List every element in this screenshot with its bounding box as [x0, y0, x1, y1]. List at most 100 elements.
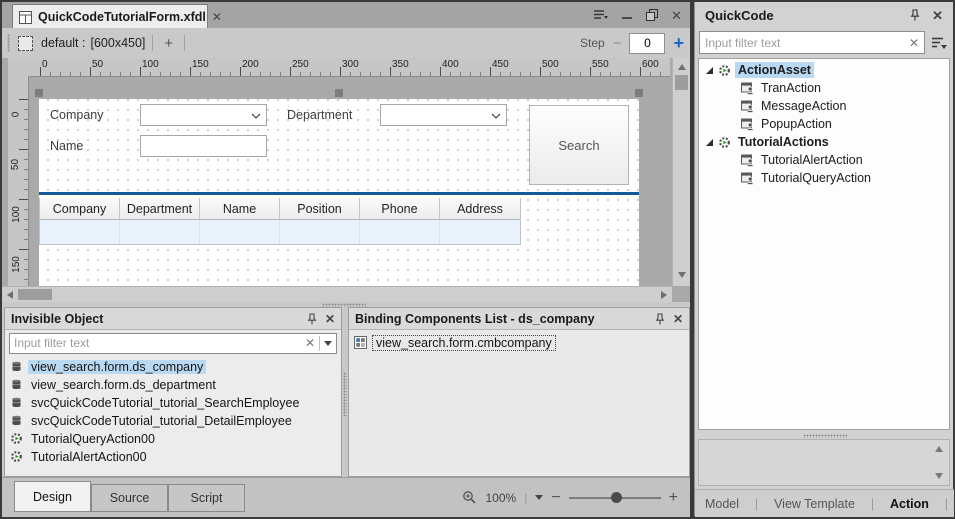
canvas-horizontal-scrollbar[interactable]: [2, 286, 672, 302]
tab-separator: |: [871, 497, 874, 511]
filter-dropdown-icon[interactable]: [324, 341, 332, 346]
splitter-grip[interactable]: [803, 434, 847, 438]
zoom-value: 100%: [485, 491, 516, 505]
zoom-dropdown-icon[interactable]: [535, 495, 543, 500]
restore-icon[interactable]: [646, 9, 658, 21]
form-resize-handle[interactable]: [35, 89, 43, 97]
scroll-left-icon[interactable]: [7, 291, 13, 299]
toolbar-separator: [152, 35, 153, 51]
list-item-label: TutorialQueryAction00: [28, 432, 158, 446]
name-edit-field[interactable]: [140, 135, 267, 157]
scroll-up-icon[interactable]: [935, 446, 943, 452]
clear-filter-icon[interactable]: ✕: [909, 37, 919, 49]
tree-group-tutorialactions[interactable]: TutorialActions: [705, 133, 832, 151]
scroll-down-icon[interactable]: [678, 272, 686, 278]
tab-close-icon[interactable]: ✕: [212, 11, 222, 23]
invisible-object-filter-box: ✕: [9, 333, 337, 354]
hscroll-thumb[interactable]: [18, 289, 52, 300]
tab-design-label: Design: [33, 490, 72, 504]
tree-expander-icon[interactable]: [705, 138, 714, 147]
vertical-ruler: 0 50 100 150: [8, 76, 29, 302]
tab-view-template[interactable]: View Template: [770, 497, 859, 511]
list-item[interactable]: svcQuickCodeTutorial_tutorial_SearchEmpl…: [10, 394, 302, 411]
list-item-label: TutorialAlertAction00: [28, 450, 150, 464]
quickcode-tabbar: Model | View Template | Action |: [695, 489, 954, 517]
component-icon: [354, 336, 367, 349]
tree-expander-icon[interactable]: [705, 66, 714, 75]
close-panel-icon[interactable]: ✕: [673, 313, 683, 325]
close-panel-icon[interactable]: ✕: [932, 9, 943, 22]
close-panel-icon[interactable]: ✕: [325, 313, 335, 325]
step-decrease-button[interactable]: −: [613, 35, 622, 52]
form-resize-handle[interactable]: [335, 89, 343, 97]
step-input[interactable]: [629, 33, 665, 54]
editor-toolbar: default : [600x450] + Step − +: [2, 28, 690, 59]
pin-icon[interactable]: [307, 313, 317, 325]
scroll-right-icon[interactable]: [661, 291, 667, 299]
tree-item-label: TutorialQueryAction: [758, 170, 874, 186]
pin-icon[interactable]: [910, 9, 920, 21]
tree-group-actionasset[interactable]: ActionAsset: [705, 61, 814, 79]
step-increase-button[interactable]: +: [673, 33, 684, 54]
scroll-down-icon[interactable]: [935, 473, 943, 479]
zoom-slider-thumb[interactable]: [611, 492, 622, 503]
scroll-up-icon[interactable]: [678, 64, 686, 70]
invisible-object-filter-input[interactable]: [14, 336, 301, 350]
action-item-icon: [741, 154, 754, 167]
tab-separator: |: [755, 497, 758, 511]
selection-rect-icon[interactable]: [18, 36, 33, 51]
company-static-label[interactable]: Company: [50, 108, 104, 122]
tab-model[interactable]: Model: [701, 497, 743, 511]
tree-item-tutorialqueryaction[interactable]: TutorialQueryAction: [741, 169, 874, 187]
list-item-label: svcQuickCodeTutorial_tutorial_DetailEmpl…: [28, 414, 295, 428]
tree-item-tranaction[interactable]: TranAction: [741, 79, 824, 97]
invisible-object-list: view_search.form.ds_company view_search.…: [6, 356, 340, 475]
list-item-label: view_search.form.ds_company: [28, 360, 206, 374]
list-item[interactable]: view_search.form.ds_department: [10, 376, 219, 393]
zoom-out-button[interactable]: −: [551, 489, 560, 507]
zoom-slider[interactable]: [569, 497, 661, 499]
splitter-grip[interactable]: [343, 372, 347, 416]
list-item[interactable]: TutorialQueryAction00: [10, 430, 158, 447]
pin-icon[interactable]: [655, 313, 665, 325]
vscroll-thumb[interactable]: [675, 75, 688, 90]
filter-sort-icon[interactable]: [931, 36, 948, 51]
editor-statusbar: Design Source Script 100% | − +: [2, 477, 690, 517]
department-static-label[interactable]: Department: [287, 108, 352, 122]
tree-item-popupaction[interactable]: PopupAction: [741, 115, 835, 133]
dataset-icon: [10, 360, 23, 373]
add-layout-button[interactable]: +: [160, 35, 177, 52]
form-design-surface[interactable]: Company Department Name Search: [39, 99, 639, 302]
company-combobox[interactable]: [140, 104, 267, 126]
zoom-in-button[interactable]: +: [669, 489, 678, 507]
quickcode-filter-input[interactable]: [705, 36, 905, 50]
department-combobox[interactable]: [380, 104, 507, 126]
list-item[interactable]: svcQuickCodeTutorial_tutorial_DetailEmpl…: [10, 412, 295, 429]
tree-item-messageaction[interactable]: MessageAction: [741, 97, 849, 115]
clear-filter-icon[interactable]: ✕: [305, 337, 315, 349]
toolbar-separator: [184, 35, 185, 51]
tab-action[interactable]: Action: [886, 497, 933, 511]
list-item[interactable]: TutorialAlertAction00: [10, 448, 150, 465]
minimize-icon[interactable]: [622, 10, 633, 21]
vruler-label: 100: [11, 206, 22, 223]
invisible-object-title: Invisible Object: [11, 312, 103, 326]
form-resize-handle[interactable]: [635, 89, 643, 97]
canvas-vertical-scrollbar[interactable]: [672, 58, 690, 286]
invisible-object-titlebar: Invisible Object ✕: [5, 308, 341, 330]
close-window-icon[interactable]: ✕: [671, 9, 682, 22]
tab-source[interactable]: Source: [91, 484, 168, 512]
tree-item-tutorialalertaction[interactable]: TutorialAlertAction: [741, 151, 866, 169]
grid-header-cell: Address: [440, 198, 520, 220]
list-item[interactable]: view_search.form.ds_company: [10, 358, 206, 375]
binding-list-item[interactable]: view_search.form.cmbcompany: [354, 334, 556, 351]
tab-script[interactable]: Script: [168, 484, 245, 512]
document-tab[interactable]: QuickCodeTutorialForm.xfdl ✕: [12, 4, 208, 29]
hruler-label: 500: [542, 59, 559, 70]
tab-design[interactable]: Design: [14, 481, 91, 512]
result-grid[interactable]: Company Department Name Position Phone A…: [39, 198, 521, 245]
search-button[interactable]: Search: [529, 105, 629, 185]
toolbar-grip[interactable]: [7, 34, 10, 52]
document-list-menu-icon[interactable]: [593, 9, 609, 21]
name-static-label[interactable]: Name: [50, 139, 83, 153]
